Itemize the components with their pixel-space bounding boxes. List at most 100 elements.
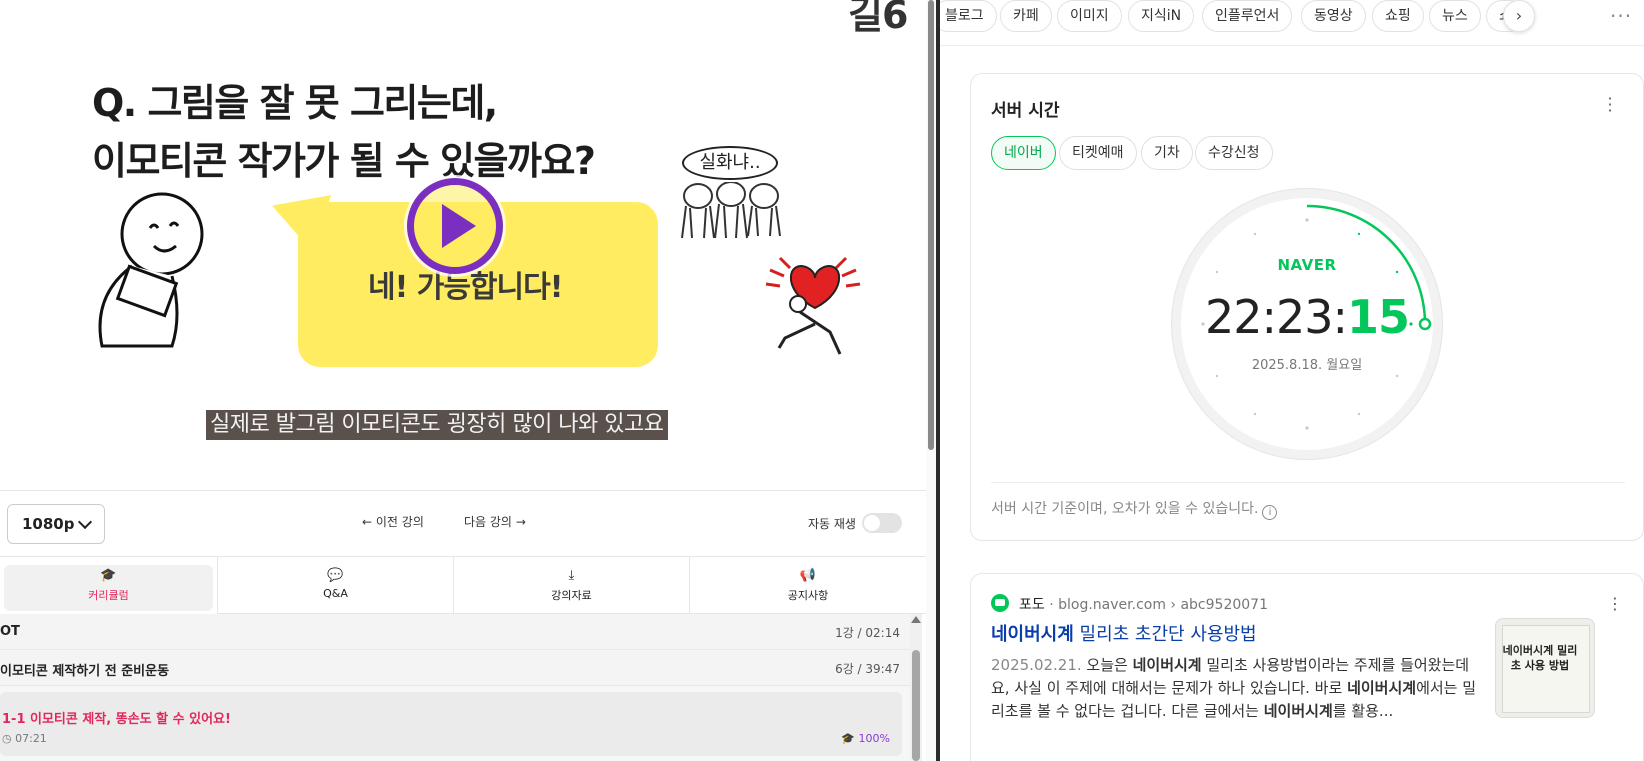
chevron-down-icon [77, 514, 93, 530]
tab-materials-label: 강의자료 [551, 589, 592, 602]
clock-tick [1395, 374, 1399, 378]
chat-bubble-icon: 💬 [327, 568, 344, 583]
curriculum-section[interactable]: 이모티콘 제작하기 전 준비운동 6강 / 39:47 [0, 650, 910, 686]
tab-ticket[interactable]: 티켓예매 [1059, 136, 1137, 170]
clock-tick [1253, 412, 1257, 416]
quality-select[interactable]: 1080p [7, 504, 105, 544]
snippet-highlight: 네이버시계 [1132, 656, 1202, 674]
section-meta: 6강 / 39:47 [835, 662, 900, 676]
clock-brand: NAVER [1277, 256, 1337, 274]
kebab-menu-icon[interactable]: · · · [1607, 91, 1613, 119]
graduation-cap-icon: 🎓 [100, 568, 117, 583]
clock-icon: ◷ [2, 732, 16, 745]
next-lecture-label: 다음 강의 [464, 515, 512, 529]
next-lecture-button[interactable]: 다음 강의 → [464, 513, 526, 530]
video-player[interactable]: 길6 Q. 그림을 잘 못 그리는데, 이모티콘 작가가 될 수 있을까요? 네… [0, 0, 926, 490]
clock-face: NAVER 22:23:15 2025.8.18. 월요일 [1171, 188, 1443, 460]
clock-time: 22:23:15 [1171, 290, 1443, 344]
lecture-pane: 길6 Q. 그림을 잘 못 그리는데, 이모티콘 작가가 될 수 있을까요? 네… [0, 0, 926, 761]
curriculum-scrollbar[interactable] [910, 614, 922, 761]
clock-tick [1305, 218, 1309, 222]
prev-lecture-label: 이전 강의 [375, 515, 424, 529]
snippet-part: 오늘은 [1081, 656, 1133, 674]
chevron-right-icon[interactable]: › [1503, 0, 1535, 32]
clock-date: 2025.8.18. 월요일 [1251, 358, 1363, 373]
arrow-left-icon: ← [362, 515, 373, 529]
clock-tick [1357, 412, 1361, 416]
page-scrollbar[interactable] [926, 0, 936, 761]
result-source[interactable]: 포도 · blog.naver.com › abc9520071 [1019, 594, 1268, 614]
play-icon [442, 204, 476, 248]
result-title-bold: 네이버시계 [991, 624, 1074, 645]
logo-partial: 길6 [848, 0, 908, 37]
clock-tick [1357, 232, 1361, 236]
note-text: 서버 시간 기준이며, 오차가 있을 수 있습니다. [991, 501, 1259, 517]
kebab-menu-icon[interactable]: ⋮ [1607, 594, 1623, 613]
chip-blog[interactable]: 블로그 [940, 0, 997, 32]
download-icon: ⤓ [568, 568, 575, 583]
search-category-chips: 블로그 카페 이미지 지식iN 인플루언서 동영상 쇼핑 뉴스 쇼 › ··· [940, 0, 1644, 46]
section-meta: 1강 / 02:14 [835, 626, 900, 640]
chip-news[interactable]: 뉴스 [1429, 0, 1481, 32]
section-title: OT [0, 624, 20, 639]
result-thumbnail[interactable]: 네이버시계 밀리초 사용 방법 [1495, 618, 1595, 718]
chip-shopping[interactable]: 쇼핑 [1372, 0, 1424, 32]
search-result-blog: 포도 · blog.naver.com › abc9520071 ⋮ 네이버시계… [970, 573, 1644, 761]
result-title-link[interactable]: 네이버시계 밀리초 초간단 사용방법 [991, 620, 1257, 646]
chip-image[interactable]: 이미지 [1057, 0, 1122, 32]
clock-tick [1305, 426, 1309, 430]
lecture-tabs: 🎓 커리큘럼 💬 Q&A ⤓ 강의자료 📢 공지사항 [0, 556, 926, 615]
blog-source-icon [991, 594, 1009, 612]
tab-curriculum-label: 커리큘럼 [88, 589, 129, 602]
screen: 길6 Q. 그림을 잘 못 그리는데, 이모티콘 작가가 될 수 있을까요? 네… [0, 0, 1644, 761]
curriculum-section[interactable]: OT 1강 / 02:14 [0, 614, 910, 650]
chip-kin[interactable]: 지식iN [1128, 0, 1195, 32]
thumbnail-text: 네이버시계 밀리초 사용 방법 [1502, 644, 1578, 672]
current-lesson-item[interactable]: 1-1 이모티콘 제작, 똥손도 할 수 있어요! ◷ 07:21 🎓 100% [0, 692, 902, 756]
clock-tick [1253, 232, 1257, 236]
scrollbar-thumb[interactable] [912, 650, 920, 761]
search-pane: 블로그 카페 이미지 지식iN 인플루언서 동영상 쇼핑 뉴스 쇼 › ··· … [940, 0, 1644, 761]
scroll-up-arrow-icon[interactable] [911, 616, 921, 623]
snippet-part: 를 활용... [1332, 702, 1394, 720]
server-time-card: 서버 시간 · · · 네이버 티켓예매 기차 수강신청 NAVER 22:23:1… [970, 73, 1644, 541]
info-icon[interactable]: i [1262, 505, 1278, 520]
snippet-highlight: 네이버시계 [1263, 702, 1333, 720]
tab-materials[interactable]: ⤓ 강의자료 [454, 557, 690, 615]
scrollbar-thumb[interactable] [928, 0, 934, 450]
lesson-title: 1-1 이모티콘 제작, 똥손도 할 수 있어요! [2, 712, 231, 727]
lesson-duration: ◷ 07:21 [2, 732, 47, 745]
chip-cafe[interactable]: 카페 [1000, 0, 1052, 32]
chip-influencer[interactable]: 인플루언서 [1202, 0, 1293, 32]
chip-video[interactable]: 동영상 [1301, 0, 1366, 32]
clock-time-seconds: 15 [1347, 290, 1410, 344]
section-title: 이모티콘 제작하기 전 준비운동 [0, 664, 170, 679]
result-date: 2025.02.21. [991, 656, 1082, 674]
lesson-progress: 🎓 100% [841, 732, 890, 745]
doodle-three-figures [681, 182, 781, 239]
player-controls: 1080p ← 이전 강의 다음 강의 → 자동 재생 [0, 490, 926, 556]
tab-naver[interactable]: 네이버 [991, 136, 1056, 170]
arrow-right-icon: → [515, 515, 526, 529]
tab-notice[interactable]: 📢 공지사항 [690, 557, 926, 615]
question-line-1: Q. 그림을 잘 못 그리는데, [92, 81, 498, 125]
autoplay-toggle[interactable] [862, 513, 902, 533]
quality-value: 1080p [22, 515, 75, 533]
result-title-rest: 밀리초 초간단 사용방법 [1073, 624, 1257, 645]
question-line-2: 이모티콘 작가가 될 수 있을까요? [92, 139, 596, 183]
tab-qna-label: Q&A [323, 587, 348, 600]
card-title: 서버 시간 [991, 101, 1060, 121]
source-url: · blog.naver.com › abc9520071 [1049, 597, 1268, 613]
lesson-duration-value: 07:21 [15, 732, 47, 745]
more-dots-icon[interactable]: ··· [1610, 4, 1632, 28]
megaphone-icon: 📢 [799, 568, 817, 583]
graduation-cap-icon: 🎓 [841, 732, 859, 745]
tab-course[interactable]: 수강신청 [1195, 136, 1273, 170]
server-time-note: 서버 시간 기준이며, 오차가 있을 수 있습니다. i [991, 498, 1278, 520]
tab-train[interactable]: 기차 [1141, 136, 1193, 170]
prev-lecture-button[interactable]: ← 이전 강의 [362, 513, 424, 530]
tab-curriculum[interactable]: 🎓 커리큘럼 [0, 557, 218, 615]
tab-qna[interactable]: 💬 Q&A [218, 557, 454, 615]
tab-notice-label: 공지사항 [787, 589, 829, 602]
doodle-person-drawing [98, 192, 204, 348]
